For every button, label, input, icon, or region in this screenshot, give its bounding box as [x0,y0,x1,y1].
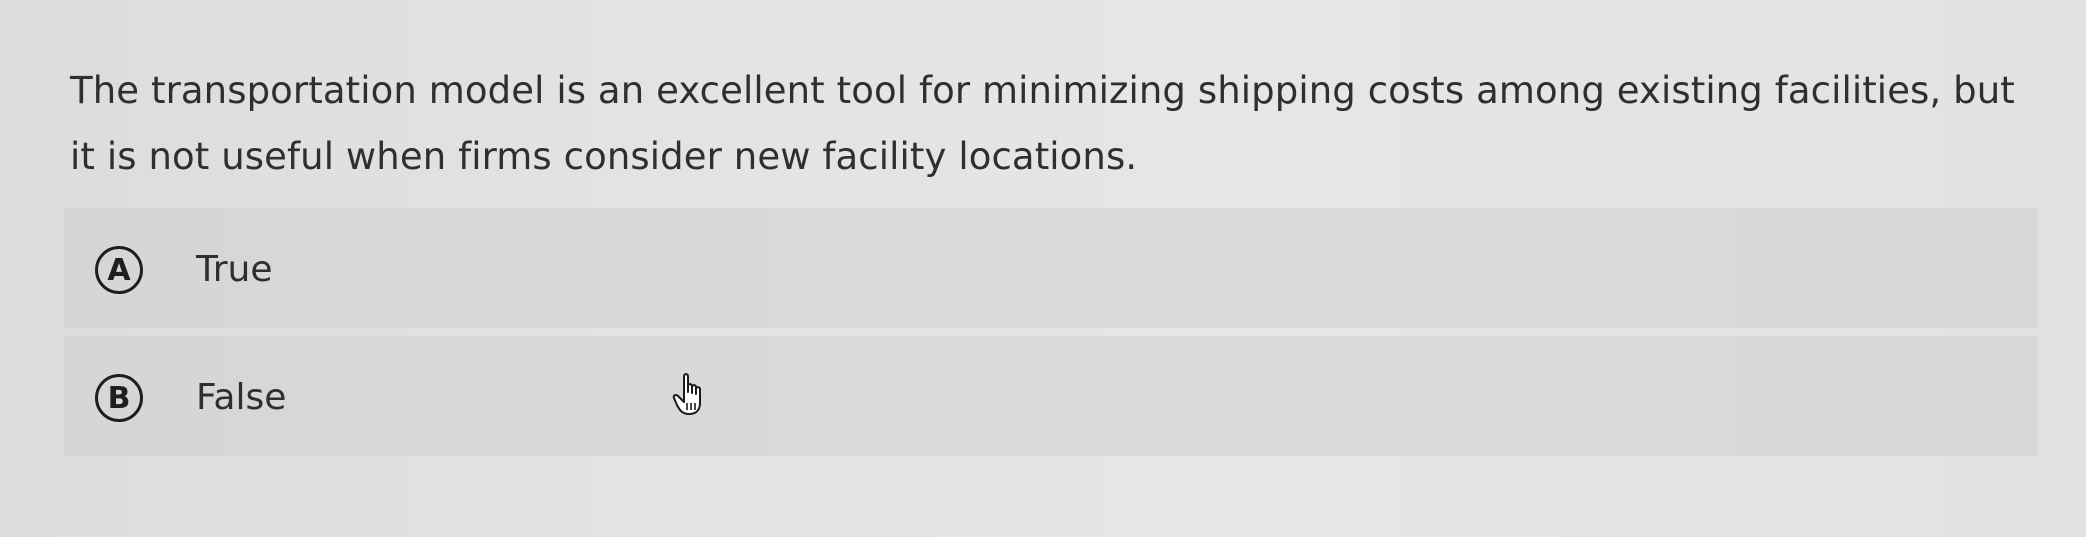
option-a-label: True [196,249,273,290]
quiz-page: The transportation model is an excellent… [0,0,2086,537]
option-b-label: False [196,377,287,418]
option-true[interactable]: A True [64,208,2038,328]
hand-pointer-icon [672,373,701,415]
option-false[interactable]: B False [64,336,2038,456]
question-text: The transportation model is an excellent… [70,69,2015,178]
option-b-badge: B [95,374,143,422]
option-a-badge: A [95,246,143,294]
